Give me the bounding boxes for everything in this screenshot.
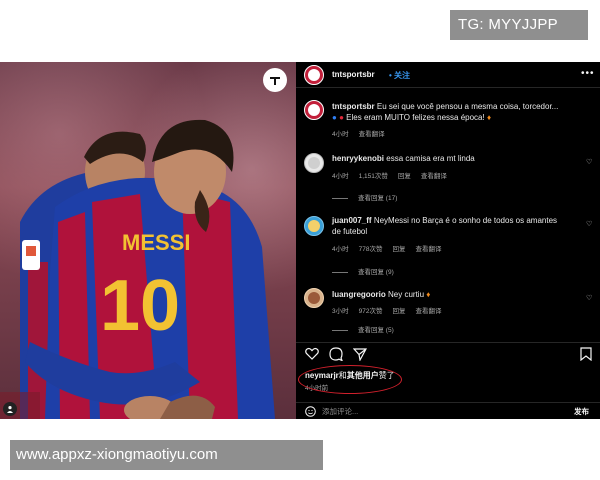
blue-circle-emoji: ● (332, 113, 337, 122)
bookmark-save-icon[interactable] (580, 347, 592, 361)
like-heart-icon[interactable] (305, 347, 319, 360)
post-header: tntsportsbr • 关注 ••• (296, 62, 600, 88)
svg-text:MESSI: MESSI (122, 230, 190, 255)
caption-meta: 4小时 查看翻译 (332, 128, 395, 138)
comment-1-reply-button[interactable]: 回复 (398, 173, 411, 180)
comment-3-avatar[interactable] (304, 288, 324, 308)
caption-time: 4小时 (332, 131, 349, 138)
comment-1-meta: 4小时 1,151次赞 回复 查看翻译 (332, 170, 457, 180)
comment-2-reply-button[interactable]: 回复 (392, 246, 405, 253)
players-illustration: MESSI 10 (0, 119, 275, 419)
add-comment-bar: 添加评论... 发布 (296, 402, 600, 419)
comment-2-replies-label[interactable]: 查看回复 (9) (358, 269, 394, 276)
comment-3-reply-button[interactable]: 回复 (392, 308, 405, 315)
comment-2-translate-link[interactable]: 查看翻译 (415, 246, 441, 253)
comment-1-translate-link[interactable]: 查看翻译 (421, 173, 447, 180)
post-photo[interactable]: MESSI 10 (0, 62, 296, 419)
tagged-user-icon[interactable] (3, 402, 17, 416)
comment-1-text: henryykenobi essa camisa era mt linda (332, 154, 475, 164)
comment-1-body: essa camisa era mt linda (386, 154, 475, 163)
red-circle-emoji: ● (339, 113, 344, 122)
fire-emoji: ♦ (486, 113, 492, 122)
comment-2-likes[interactable]: 778次赞 (359, 246, 383, 253)
comment-3-fire-emoji: ♦ (426, 290, 431, 299)
instagram-post-panel: tntsportsbr • 关注 ••• tntsportsbr Eu sei … (296, 62, 600, 419)
caption-translate-link[interactable]: 查看翻译 (359, 131, 385, 138)
caption-text-2: Eles eram MUITO felizes nessa época! (346, 113, 485, 122)
caption-text-1: Eu sei que você pensou a mesma coisa, to… (376, 102, 559, 111)
add-comment-input[interactable]: 添加评论... (322, 406, 358, 417)
share-send-icon[interactable] (353, 347, 367, 361)
more-options-icon[interactable]: ••• (581, 68, 595, 79)
comment-1-avatar[interactable] (304, 153, 324, 173)
tnt-sports-logo (263, 68, 287, 92)
caption-line-1: tntsportsbr Eu sei que você pensou a mes… (332, 102, 558, 112)
red-highlight-circle (298, 365, 402, 394)
comment-2-body-1: NeyMessi no Barça é o sonho de todos os … (373, 216, 558, 225)
comment-1-likes[interactable]: 1,151次赞 (359, 173, 388, 180)
comment-3-replies-label[interactable]: 查看回复 (5) (358, 327, 394, 334)
telegram-watermark: TG: MYYJJPP (450, 10, 588, 40)
comment-3-meta: 3小时 972次赞 回复 查看翻译 (332, 305, 451, 315)
comment-2-avatar[interactable] (304, 216, 324, 236)
comment-2-time: 4小时 (332, 246, 349, 253)
comment-3-body: Ney curtiu (388, 290, 425, 299)
comment-2-meta: 4小时 778次赞 回复 查看翻译 (332, 243, 451, 253)
account-username[interactable]: tntsportsbr (332, 70, 375, 79)
caption-line-2: ● ● Eles eram MUITO felizes nessa época!… (332, 113, 491, 123)
comment-1-replies[interactable]: 查看回复 (17) (332, 192, 397, 202)
comment-2-replies[interactable]: 查看回复 (9) (332, 266, 394, 276)
comment-3-like-icon[interactable]: ♡ (586, 294, 592, 302)
comment-1-time: 4小时 (332, 173, 349, 180)
comment-3-time: 3小时 (332, 308, 349, 315)
url-watermark: www.appxz-xiongmaotiyu.com (10, 440, 323, 470)
post-comment-button[interactable]: 发布 (574, 406, 589, 417)
caption-avatar[interactable] (304, 100, 324, 120)
comment-3-likes[interactable]: 972次赞 (359, 308, 383, 315)
comment-2-username[interactable]: juan007_ff (332, 216, 372, 225)
svg-text:10: 10 (100, 266, 180, 346)
comment-2-text-line2: de futebol (332, 227, 368, 236)
comment-1-replies-label[interactable]: 查看回复 (17) (358, 195, 397, 202)
account-avatar[interactable] (304, 65, 324, 85)
comment-3-text: luangregoorio Ney curtiu ♦ (332, 290, 430, 300)
comment-1-like-icon[interactable]: ♡ (586, 158, 592, 166)
comment-bubble-icon[interactable] (329, 347, 343, 361)
comment-3-username[interactable]: luangregoorio (332, 290, 386, 299)
screenshot-stage: TG: MYYJJPP MESSI 10 tntsportsbr • 关注 ••… (0, 0, 600, 480)
comment-3-replies[interactable]: 查看回复 (5) (332, 324, 394, 334)
caption-username[interactable]: tntsportsbr (332, 102, 375, 111)
comment-2-like-icon[interactable]: ♡ (586, 220, 592, 228)
emoji-smiley-icon[interactable] (305, 406, 316, 417)
post-action-bar (296, 342, 600, 364)
comment-2-text-line1: juan007_ff NeyMessi no Barça é o sonho d… (332, 216, 557, 226)
follow-button[interactable]: • 关注 (389, 70, 410, 81)
comment-3-translate-link[interactable]: 查看翻译 (415, 308, 441, 315)
comment-1-username[interactable]: henryykenobi (332, 154, 384, 163)
